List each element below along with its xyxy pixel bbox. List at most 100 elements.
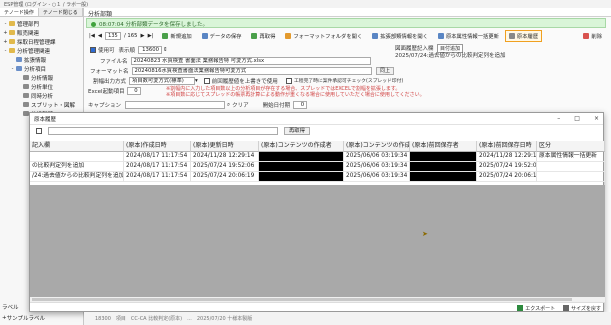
column-header[interactable]: (原本)更新日時 bbox=[191, 141, 259, 152]
period-input[interactable]: 0 bbox=[293, 101, 308, 109]
redacted-cell bbox=[410, 162, 477, 172]
success-icon bbox=[91, 22, 96, 27]
use-checkbox[interactable] bbox=[90, 47, 96, 53]
export-button[interactable]: エクスポート bbox=[517, 305, 555, 312]
open-format-folder-button[interactable]: フォーマットフォルダを開く bbox=[281, 30, 366, 42]
tree-item-label: スプリット・図解 bbox=[31, 102, 76, 109]
folder-icon bbox=[9, 21, 15, 26]
column-header[interactable]: 記入欄 bbox=[30, 141, 124, 152]
table-cell: の比較判定列を追加 bbox=[30, 162, 124, 172]
tree-item[interactable]: 分析情報 bbox=[2, 73, 83, 82]
table-row[interactable]: の比較判定列を追加 2024/08/17 11:17:54 2025/07/24 1… bbox=[30, 162, 605, 172]
format-name-input[interactable]: 20240816水質検査書面法業務報告特可変方式 bbox=[131, 67, 372, 75]
tree-item[interactable]: スプリット・図解 bbox=[2, 100, 83, 109]
redacted-cell bbox=[259, 172, 344, 182]
column-header[interactable]: (原本)前回保存者 bbox=[410, 141, 477, 152]
tree-item[interactable]: 分析単位 bbox=[2, 82, 83, 91]
prev-page-icon[interactable]: ◀ bbox=[98, 33, 102, 39]
next-page-icon[interactable]: ▶ bbox=[141, 33, 145, 39]
column-header[interactable]: 区分 bbox=[537, 141, 605, 152]
table-cell: 2024/11/28 12:29:14 bbox=[477, 152, 537, 162]
tree-item[interactable]: + 採取日程管理課 bbox=[2, 37, 83, 46]
tab-node-operations[interactable]: テノード操作 bbox=[0, 8, 39, 16]
file-name-input[interactable]: 20240823 水質検査 書面法 業務報告特 可変方式.xlsx bbox=[130, 57, 371, 65]
page-title: 分析部類 bbox=[84, 8, 611, 18]
document-icon bbox=[437, 33, 444, 39]
tree-item[interactable]: + 販売関連 bbox=[2, 28, 83, 37]
filter-checkbox[interactable] bbox=[36, 127, 42, 134]
document-icon bbox=[23, 84, 29, 89]
chevron-down-icon[interactable]: ▾ bbox=[195, 78, 198, 84]
folder-icon bbox=[285, 33, 292, 39]
expand-icon[interactable]: + bbox=[2, 30, 9, 36]
original-history-window: 原本履歴 – □ × 再取得 記入欄 (原本)作成日時 (原本)更新日時 (原本)コン… bbox=[29, 112, 605, 312]
tree-item-label: 採取日程管理課 bbox=[17, 39, 56, 46]
delete-button[interactable]: 削除 bbox=[579, 30, 606, 42]
tree-item[interactable]: 拡張情報 bbox=[2, 55, 83, 64]
numbering-select[interactable]: 項目数可変方式(標準) bbox=[129, 77, 196, 85]
table-cell: 2025/06/06 03:19:34 bbox=[344, 172, 410, 182]
document-icon bbox=[16, 57, 22, 62]
table-cell: 2025/07/24 20:06:19 bbox=[191, 172, 259, 182]
reload-button[interactable]: 再取得 bbox=[247, 30, 279, 42]
bulk-update-button[interactable]: 原本属性情報一括更新 bbox=[434, 30, 503, 42]
last-page-icon[interactable]: ▶| bbox=[148, 33, 154, 39]
tree-item[interactable]: - 分析項目 bbox=[2, 64, 83, 73]
table-cell: /24:過去値からの比較判定列を追加 bbox=[30, 172, 124, 182]
column-header[interactable]: (原本)作成日時 bbox=[124, 141, 191, 152]
toolbar: |◀ ◀ 135 / 165 ▶ ▶| 新規追加 データの保存 再取得 フォーマ… bbox=[86, 30, 606, 42]
close-icon[interactable]: × bbox=[594, 115, 599, 122]
table-cell: 2025/07/24 19:52:06 bbox=[191, 162, 259, 172]
collapse-icon[interactable]: - bbox=[2, 48, 9, 54]
tree-item-label: 分析管理関連 bbox=[17, 48, 51, 55]
same-as-above-button[interactable]: 同上 bbox=[376, 67, 395, 75]
expand-icon[interactable]: + bbox=[2, 39, 9, 45]
prev-report-checkbox[interactable] bbox=[203, 78, 210, 84]
save-data-button[interactable]: データの保存 bbox=[198, 30, 246, 42]
maximize-icon[interactable]: □ bbox=[574, 115, 580, 122]
collapse-icon[interactable]: - bbox=[2, 21, 9, 27]
tree-item[interactable]: - 管理部門 bbox=[2, 19, 83, 28]
table-cell bbox=[30, 152, 124, 162]
add-new-button[interactable]: 新規追加 bbox=[158, 30, 195, 42]
open-extended-info-button[interactable]: 拡張部類情報を開く bbox=[368, 30, 432, 42]
revision-notes: 図面履歴記入欄 2025/07/24:過去値からの比較判定列を追加 bbox=[395, 46, 506, 59]
refresh-icon bbox=[251, 33, 258, 39]
table-cell: 2024/08/17 11:17:54 bbox=[124, 162, 191, 172]
history-grid: 記入欄 (原本)作成日時 (原本)更新日時 (原本)コンテンツの作成者 (原本)コンテン… bbox=[30, 141, 605, 182]
caption-input[interactable] bbox=[125, 101, 226, 109]
folder-icon bbox=[9, 30, 15, 35]
popup-titlebar: 原本履歴 – □ × bbox=[30, 113, 603, 124]
restore-size-button[interactable]: サイズを戻す bbox=[563, 305, 601, 312]
excel-item-input[interactable]: 0 bbox=[126, 87, 141, 95]
reload-button[interactable]: 再取得 bbox=[284, 126, 310, 135]
column-header[interactable]: (原本)前回保存日時 bbox=[477, 141, 537, 152]
display-order-input[interactable]: 13600 bbox=[138, 46, 163, 54]
process-checkbox[interactable] bbox=[286, 77, 292, 84]
redacted-cell bbox=[259, 162, 344, 172]
table-cell: 2025/06/06 03:19:34 bbox=[344, 152, 410, 162]
page-input[interactable]: 135 bbox=[104, 32, 121, 40]
spin-icon[interactable]: ⇕ bbox=[163, 47, 168, 53]
first-page-icon[interactable]: |◀ bbox=[89, 33, 95, 39]
search-icon[interactable]: ⌕ bbox=[227, 102, 230, 109]
clear-button[interactable]: クリア bbox=[232, 101, 249, 109]
left-bottom-item-sample-label[interactable]: + サンプルラベル bbox=[2, 313, 82, 322]
minimize-icon[interactable]: – bbox=[557, 115, 560, 122]
tree-item-label: 同時分析 bbox=[31, 93, 54, 100]
table-row[interactable]: 2024/08/17 11:17:54 2024/11/28 12:29:14 20… bbox=[30, 152, 605, 162]
scrollbar-thumb[interactable] bbox=[32, 298, 572, 301]
column-header[interactable]: (原本)コンテンツの作成日時 bbox=[344, 141, 410, 152]
table-row[interactable]: /24:過去値からの比較判定列を追加 2024/08/17 11:17:54 202… bbox=[30, 172, 605, 182]
table-cell: 原本属性情報一括更新 bbox=[537, 152, 605, 162]
collapse-icon[interactable]: - bbox=[9, 66, 16, 72]
window-controls: – □ × bbox=[557, 115, 599, 122]
tree-item[interactable]: - 分析管理関連 bbox=[2, 46, 83, 55]
page-total: / 165 bbox=[123, 33, 138, 39]
table-cell: 2024/08/17 11:17:54 bbox=[124, 172, 191, 182]
column-header[interactable]: (原本)コンテンツの作成者 bbox=[259, 141, 344, 152]
tab-node-close[interactable]: テノード閉じる bbox=[38, 8, 83, 16]
filter-input[interactable] bbox=[48, 126, 278, 135]
original-history-button[interactable]: 原本履歴 bbox=[504, 30, 543, 42]
tree-item[interactable]: 同時分析 bbox=[2, 91, 83, 100]
